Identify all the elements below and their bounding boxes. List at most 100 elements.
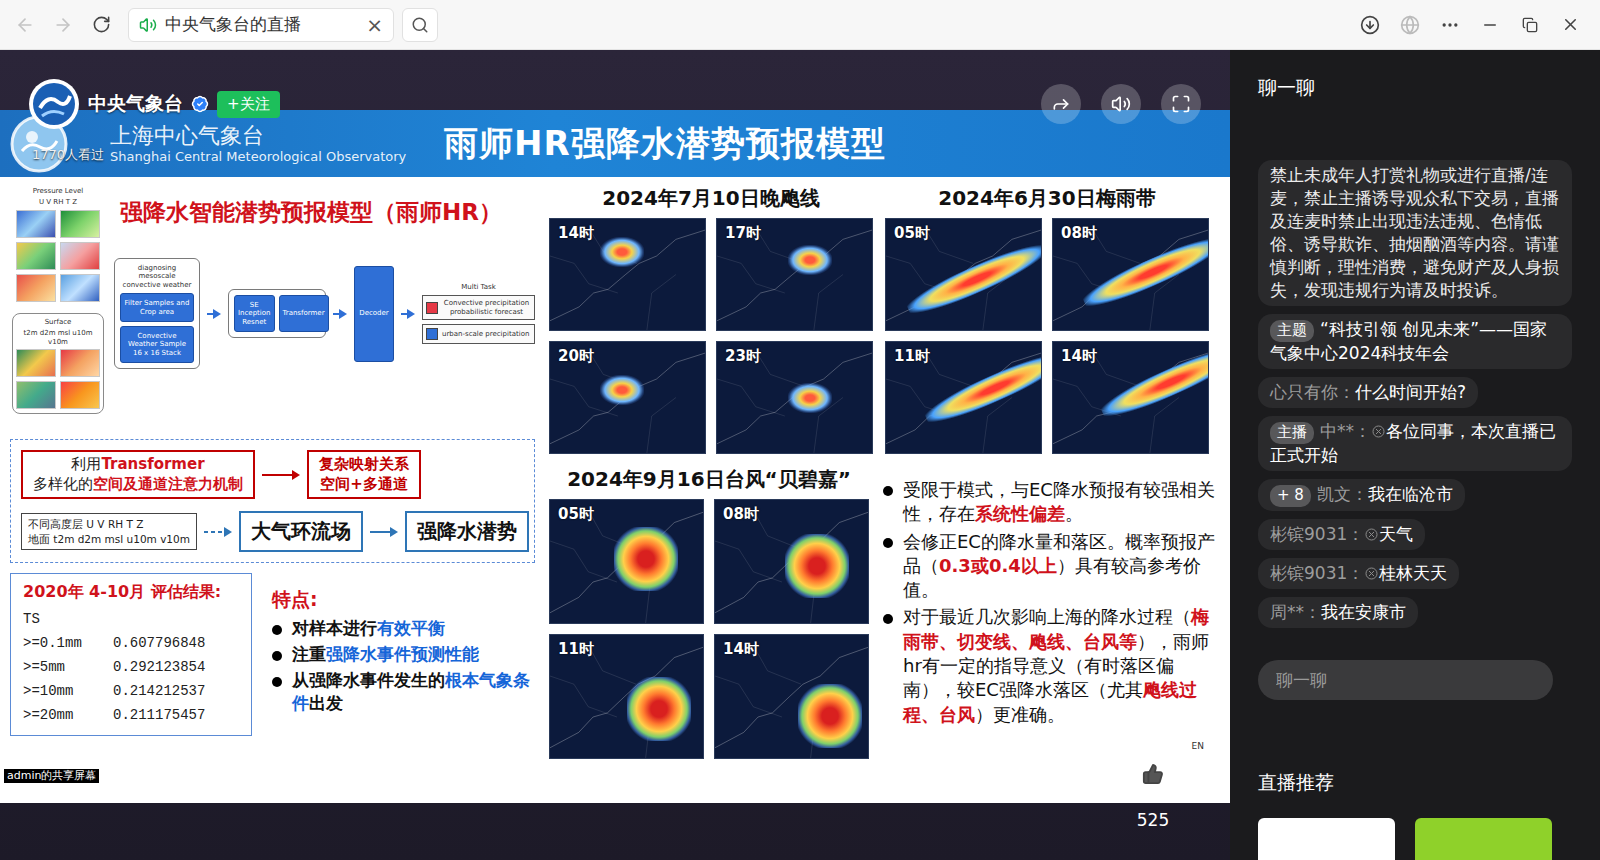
field-tile bbox=[16, 210, 56, 238]
message-author[interactable]: 中**： bbox=[1320, 421, 1371, 441]
radar-map: 11时 bbox=[885, 341, 1042, 454]
message-text: 我在安康市 bbox=[1321, 602, 1406, 622]
field-tile bbox=[60, 242, 100, 270]
bullet-dot bbox=[883, 614, 893, 624]
map-time: 23时 bbox=[725, 347, 761, 366]
share-button[interactable] bbox=[1041, 84, 1081, 124]
message-author[interactable]: 彬镔9031： bbox=[1270, 524, 1364, 544]
network-block: SE Inception Resnet bbox=[234, 295, 275, 332]
user-tag-icon bbox=[1372, 425, 1385, 438]
message-author[interactable]: 彬镔9031： bbox=[1270, 563, 1364, 583]
flow-box: 强降水潜势 bbox=[405, 511, 529, 552]
radar-map: 14时 bbox=[1052, 341, 1209, 454]
slide-body: Pressure LevelU V RH T ZSurfacet2m d2m m… bbox=[0, 177, 1230, 803]
network-block: Convective Weather Sample 16 x 16 Stack bbox=[120, 326, 194, 363]
tab-title: 中央气象台的直播 bbox=[165, 13, 358, 36]
minimize-button[interactable] bbox=[1470, 5, 1510, 45]
text-run: 多样化的 bbox=[33, 475, 93, 493]
user-tag-icon bbox=[1365, 528, 1378, 541]
cases-column: 2024年7月10日晚飑线14时17时20时23时2024年6月30日梅雨带05… bbox=[549, 185, 1218, 793]
multi-task: Multi TaskConvective precipitation proba… bbox=[422, 283, 535, 344]
text-run: 对于最近几次影响上海的降水过程（ bbox=[903, 606, 1191, 627]
channel-logo-icon[interactable] bbox=[28, 78, 80, 130]
text-run: 对样本进行 bbox=[292, 618, 377, 638]
pressure-label: Pressure Level bbox=[33, 187, 84, 195]
screen-share-label: admin的共享屏幕 bbox=[4, 769, 99, 783]
recommend-card[interactable] bbox=[1258, 818, 1395, 860]
follow-button[interactable]: +关注 bbox=[217, 91, 280, 118]
input-stack: Pressure LevelU V RH T ZSurfacet2m d2m m… bbox=[10, 185, 106, 435]
feature-item: 注重强降水事件预测性能 bbox=[272, 643, 535, 666]
restore-icon bbox=[1522, 17, 1538, 33]
chat-messages: 禁止未成年人打赏礼物或进行直播/连麦，禁止主播诱导观众私下交易，直播及连麦时禁止… bbox=[1258, 160, 1572, 660]
network-block: Filter Samples and Crop area bbox=[120, 293, 194, 322]
browser-toolbar: 中央气象台的直播 × bbox=[0, 0, 1600, 50]
search-button[interactable] bbox=[402, 8, 438, 42]
map-time: 20时 bbox=[558, 347, 594, 366]
map-time: 08时 bbox=[723, 505, 759, 524]
org-name-en: Shanghai Central Meteorological Observat… bbox=[110, 149, 410, 164]
volume-button[interactable] bbox=[1101, 84, 1141, 124]
message-author[interactable]: 心只有你： bbox=[1270, 382, 1355, 402]
fullscreen-button[interactable] bbox=[1161, 84, 1201, 124]
fullscreen-icon bbox=[1171, 94, 1191, 114]
network-block: Transformer bbox=[279, 295, 329, 332]
text-run: 利用 bbox=[71, 455, 101, 473]
feature-item: 对样本进行有效平衡 bbox=[272, 617, 535, 640]
map-grid: 05时08时11时14时 bbox=[885, 218, 1209, 454]
arrow-left-icon bbox=[15, 15, 35, 35]
surface-vars: t2m d2m msl u10m v10m bbox=[17, 329, 99, 346]
rain-area bbox=[798, 684, 862, 748]
language-mark: EN bbox=[1192, 741, 1204, 751]
tab-close-button[interactable]: × bbox=[366, 15, 383, 35]
rain-area bbox=[903, 236, 1042, 321]
attention-box: 利用Transformer多样化的空间及通道注意力机制 bbox=[21, 450, 255, 499]
rain-area bbox=[600, 375, 644, 405]
close-icon bbox=[1561, 15, 1580, 34]
concept-frame: 利用Transformer多样化的空间及通道注意力机制复杂映射关系空间+多通道不… bbox=[10, 439, 535, 563]
chat-message: 彬镔9031：天气 bbox=[1258, 519, 1425, 550]
arrow-right-icon bbox=[53, 15, 73, 35]
chat-message: 主播中**：各位同事，本次直播已正式开始 bbox=[1258, 416, 1572, 471]
close-button[interactable] bbox=[1550, 5, 1590, 45]
chat-message: + 8凯文：我在临沧市 bbox=[1258, 479, 1465, 511]
field-tile bbox=[60, 349, 100, 377]
text-run: 系统性偏差 bbox=[975, 503, 1065, 524]
org-name-cn: 上海中心气象台 bbox=[110, 123, 410, 149]
message-author[interactable]: 凯文： bbox=[1317, 484, 1368, 504]
arrow-icon bbox=[369, 526, 399, 538]
shared-slide: 上海中心气象台Shanghai Central Meteorological O… bbox=[0, 110, 1230, 803]
recommend-card[interactable] bbox=[1415, 818, 1552, 860]
translate-button[interactable] bbox=[1390, 5, 1430, 45]
more-button[interactable] bbox=[1430, 5, 1470, 45]
features-title: 特点: bbox=[272, 587, 535, 613]
bullet-dot bbox=[272, 651, 282, 661]
note-item: 会修正EC的降水量和落区。概率预报产品（0.3或0.4以上）具有较高参考价值。 bbox=[883, 530, 1218, 603]
chat-message: 心只有你：什么时间开始? bbox=[1258, 377, 1478, 408]
evaluation-box: 2020年 4-10月 评估结果:TS>=0.1mm0.607796848>=5… bbox=[10, 573, 252, 736]
like-button[interactable] bbox=[1129, 750, 1177, 798]
output-thumb bbox=[426, 328, 438, 340]
output-thumb bbox=[426, 302, 438, 314]
surface-fields bbox=[16, 349, 100, 409]
chat-message: 禁止未成年人打赏礼物或进行直播/连麦，禁止主播诱导观众私下交易，直播及连麦时禁止… bbox=[1258, 160, 1572, 307]
refresh-button[interactable] bbox=[82, 6, 120, 44]
channel-name[interactable]: 中央气象台 bbox=[88, 91, 183, 117]
rain-area bbox=[614, 527, 678, 591]
radar-map: 20时 bbox=[549, 341, 706, 454]
download-button[interactable] bbox=[1350, 5, 1390, 45]
case-group: 2024年7月10日晚飑线14时17时20时23时 bbox=[549, 185, 873, 454]
back-button[interactable] bbox=[6, 6, 44, 44]
evaluation-row: 2020年 4-10月 评估结果:TS>=0.1mm0.607796848>=5… bbox=[10, 573, 535, 736]
restore-button[interactable] bbox=[1510, 5, 1550, 45]
slide-header: 上海中心气象台Shanghai Central Meteorological O… bbox=[0, 110, 1230, 177]
text-run: 有效平衡 bbox=[377, 618, 445, 638]
evaluation-row-item: >=10mm0.214212537 bbox=[23, 679, 239, 703]
case-title: 2024年7月10日晚飑线 bbox=[549, 185, 873, 212]
chat-input[interactable] bbox=[1258, 660, 1553, 700]
browser-tab[interactable]: 中央气象台的直播 × bbox=[128, 8, 394, 42]
message-author[interactable]: 周**： bbox=[1270, 602, 1321, 622]
forward-button[interactable] bbox=[44, 6, 82, 44]
output-label: urban-scale precipitation bbox=[442, 330, 529, 338]
map-time: 14时 bbox=[558, 224, 594, 243]
